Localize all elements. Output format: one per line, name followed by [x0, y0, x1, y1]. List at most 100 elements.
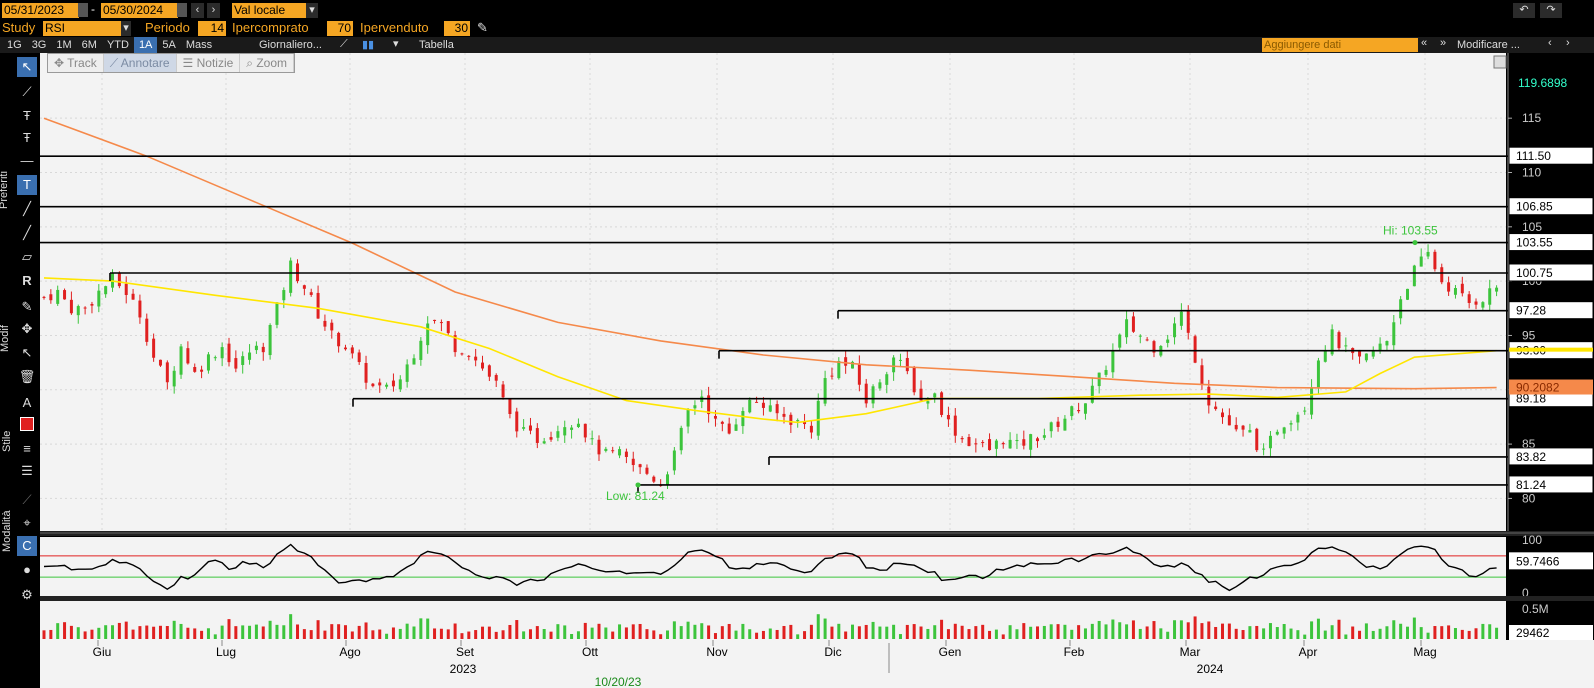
range-button-1a[interactable]: 1A — [133, 37, 158, 53]
horizontal-line-icon[interactable]: — — [17, 151, 37, 171]
chart-tool-notizie[interactable]: ☰ Notizie — [177, 54, 241, 72]
volume-bar — [576, 631, 580, 639]
ma-long-label: 90.2082 — [1516, 381, 1560, 395]
table-button[interactable]: Tabella — [414, 37, 459, 53]
volume-bar — [940, 619, 944, 639]
volume-bar — [1419, 627, 1423, 639]
eraser-icon[interactable]: ⟋ — [17, 490, 37, 510]
price-chart[interactable]: 80859095100105110115119.6898111.50106.85… — [40, 53, 1594, 688]
candle-body — [460, 353, 464, 355]
candle-body — [49, 294, 53, 301]
level-label: 83.82 — [1516, 450, 1546, 464]
trash-icon[interactable]: 🗑 — [17, 367, 37, 387]
range-button-ytd[interactable]: YTD — [102, 37, 134, 53]
range-button-1m[interactable]: 1M — [51, 37, 76, 53]
volume-bar — [49, 629, 53, 639]
chart-tool-annotare[interactable]: ⟋ Annotare — [103, 54, 177, 72]
chart-tool-zoom[interactable]: ⌕ Zoom — [240, 54, 295, 72]
frequency-select[interactable]: Giornaliero... — [254, 37, 327, 53]
volume-bar — [1125, 624, 1129, 639]
modify-button[interactable]: Modificare ... — [1452, 37, 1525, 53]
text-size-icon[interactable]: Ŧ — [17, 106, 37, 126]
draw-line-icon[interactable]: ⟋ — [17, 82, 37, 102]
chevron-left-icon[interactable]: ‹ — [1548, 37, 1552, 49]
chart-type-chevron-icon[interactable]: ▾ — [393, 37, 399, 50]
range-button-1g[interactable]: 1G — [2, 37, 27, 53]
text-style-icon[interactable]: Ŧ — [17, 128, 37, 148]
chevron-down-icon[interactable]: ▾ — [306, 3, 318, 18]
last-price-label: 119.6898 — [1518, 76, 1567, 90]
next-period-button[interactable]: › — [207, 3, 220, 18]
candle-body — [857, 363, 861, 385]
candle-body — [309, 292, 313, 295]
add-data-input[interactable]: Aggiungere dati — [1262, 38, 1418, 52]
move-icon[interactable]: ✥ — [17, 319, 37, 339]
volume-bar — [316, 620, 320, 639]
ruler-icon[interactable]: R — [17, 271, 37, 291]
candle-body — [172, 370, 176, 387]
volume-bar — [1111, 619, 1115, 639]
volume-bar — [1351, 626, 1355, 639]
crosshair-icon[interactable]: ⌖ — [17, 513, 37, 533]
end-calendar-icon[interactable] — [177, 3, 187, 17]
end-date-field[interactable]: 05/30/2024 — [101, 3, 178, 18]
chevron-right-icon[interactable]: › — [1566, 37, 1570, 49]
channel-icon[interactable]: ▱ — [17, 247, 37, 267]
range-button-5a[interactable]: 5A — [157, 37, 180, 53]
start-date-field[interactable]: 05/31/2023 — [2, 3, 79, 18]
candle-body — [1001, 442, 1005, 445]
volume-bar — [1412, 617, 1416, 639]
volume-bar — [1316, 618, 1320, 639]
volume-bar — [227, 619, 231, 639]
volume-bar — [254, 624, 258, 639]
chart-tool-track[interactable]: ✥ Track — [48, 54, 104, 72]
font-icon[interactable]: A — [17, 393, 37, 413]
sidebar-label-mode: Modalità — [1, 510, 13, 552]
prev-period-button[interactable]: ‹ — [191, 3, 204, 18]
candle-body — [1207, 386, 1211, 406]
edit-pencil-icon[interactable]: ✎ — [17, 297, 37, 317]
candle-body — [666, 474, 670, 485]
pointer-icon[interactable]: ↖ — [17, 57, 37, 77]
select-arrow-icon[interactable]: ↖ — [17, 343, 37, 363]
mode-toggle-icon[interactable]: C — [17, 536, 37, 556]
undo-icon[interactable]: ↶ — [1513, 3, 1535, 18]
volume-bar — [570, 633, 574, 639]
start-calendar-icon[interactable] — [78, 3, 88, 17]
study-select[interactable]: RSI — [43, 21, 123, 36]
redo-icon[interactable]: ↷ — [1540, 3, 1562, 18]
line-chart-icon[interactable]: ⟋ — [340, 38, 356, 51]
candle-body — [1221, 412, 1225, 418]
oversold-field[interactable]: 30 — [444, 21, 470, 36]
range-button-3g[interactable]: 3G — [27, 37, 52, 53]
volume-bar — [261, 626, 265, 639]
range-button-6m[interactable]: 6M — [77, 37, 102, 53]
pencil-icon[interactable]: ✎ — [477, 20, 488, 36]
line-style-icon[interactable]: ☰ — [17, 461, 37, 481]
currency-select[interactable]: Val locale — [232, 3, 308, 18]
settings-gear-icon[interactable]: ⚙ — [17, 585, 37, 605]
text-tool-icon[interactable]: T — [17, 175, 37, 195]
candle-body — [563, 427, 567, 436]
palette-icon[interactable]: ● — [17, 560, 37, 580]
candle-body — [385, 384, 389, 387]
candle-body — [1104, 369, 1108, 375]
volume-bar — [371, 630, 375, 639]
overbought-field[interactable]: 70 — [327, 21, 353, 36]
collapse-icon[interactable]: « — [1421, 37, 1427, 49]
volume-bar — [1166, 631, 1170, 639]
volume-bar — [213, 634, 217, 639]
trendline-icon[interactable]: ╱ — [17, 199, 37, 219]
candle-chart-icon[interactable]: ▮▮ — [362, 38, 378, 51]
color-swatch-icon[interactable] — [17, 417, 37, 437]
study-chevron-icon[interactable]: ▾ — [121, 21, 131, 36]
volume-bar — [1330, 625, 1334, 639]
expand-icon[interactable]: » — [1440, 37, 1446, 49]
hi-marker — [1412, 240, 1418, 246]
range-button-mass[interactable]: Mass — [181, 37, 217, 53]
volume-bar — [302, 629, 306, 639]
line-weight-icon[interactable]: ≡ — [17, 439, 37, 459]
period-field[interactable]: 14 — [198, 21, 226, 36]
volume-bar — [988, 630, 992, 639]
ray-icon[interactable]: ╱ — [17, 223, 37, 243]
